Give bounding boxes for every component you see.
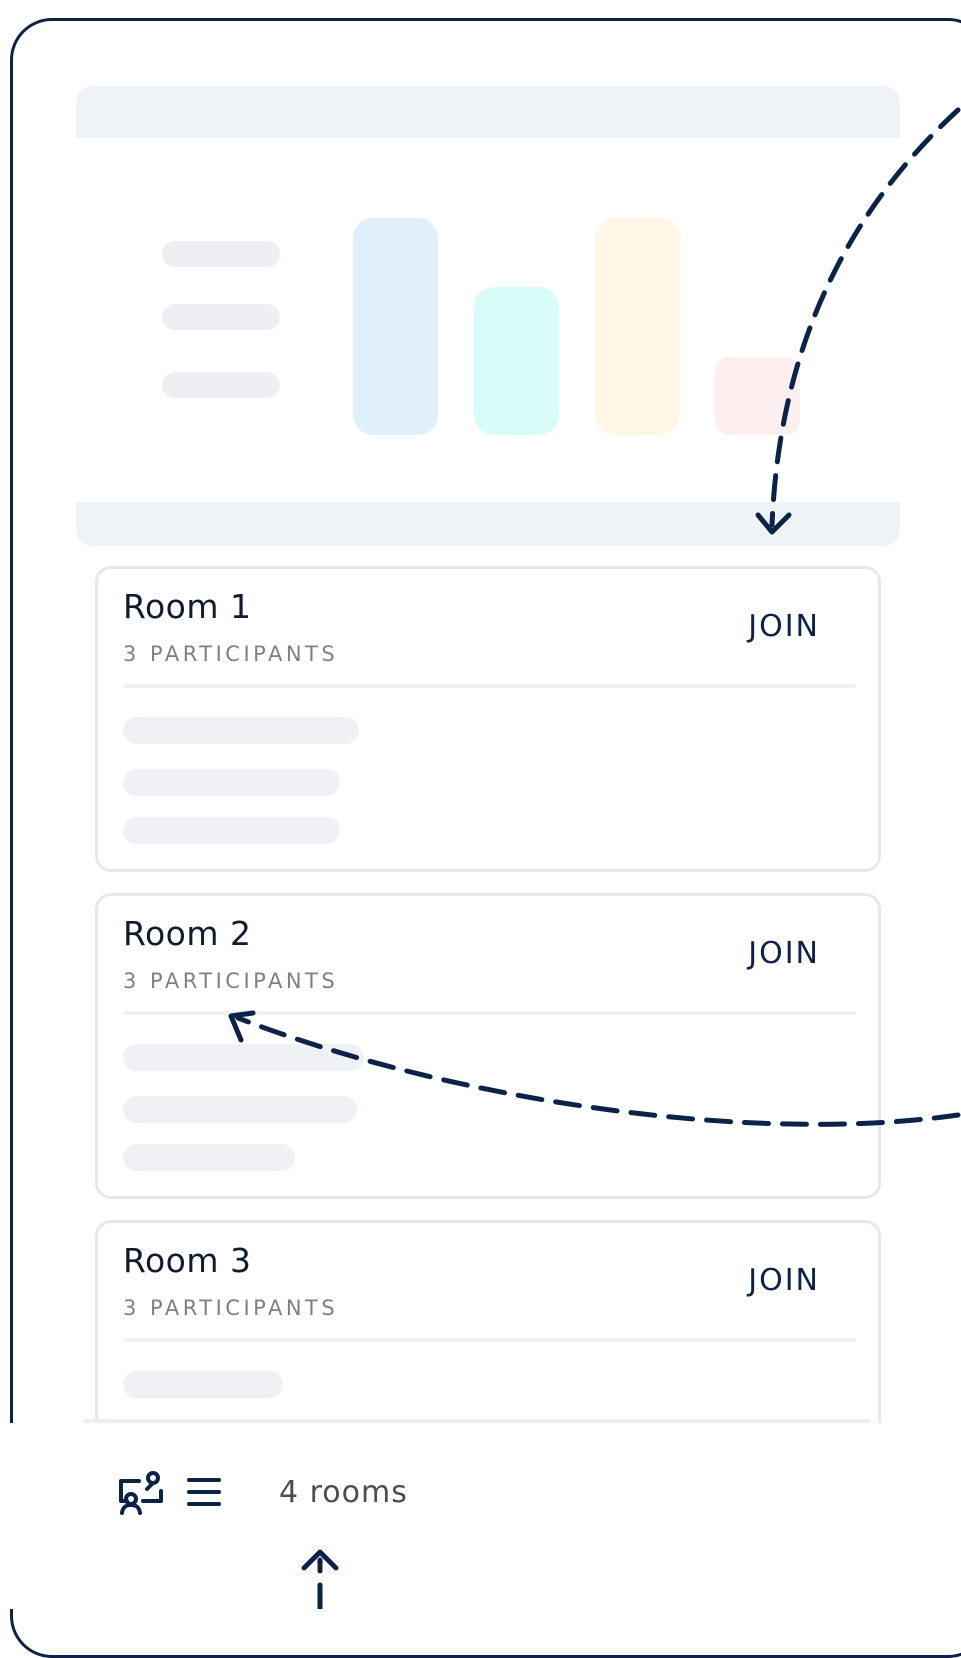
chart-bar-blue (353, 218, 438, 435)
room-count: 4 rooms (279, 1475, 408, 1510)
card-divider (123, 684, 856, 688)
skeleton-line (123, 1096, 357, 1123)
chart-bar-yellow (595, 218, 680, 435)
skeleton-line (123, 1144, 295, 1171)
room-title: Room 2 (123, 914, 252, 953)
room-participants: 3 PARTICIPANTS (123, 969, 339, 993)
menu-icon[interactable] (186, 1475, 222, 1509)
join-button[interactable]: JOIN (748, 1263, 820, 1298)
chart-bar-pink (715, 357, 800, 435)
room-participants: 3 PARTICIPANTS (123, 1296, 339, 1320)
chart-bar-teal (474, 287, 559, 435)
join-button[interactable]: JOIN (748, 609, 820, 644)
card-divider (123, 1011, 856, 1015)
legend-placeholder (162, 372, 280, 398)
join-button[interactable]: JOIN (748, 936, 820, 971)
legend-placeholder (162, 241, 280, 267)
card-divider (123, 1338, 856, 1342)
presentation-icon[interactable] (117, 1471, 165, 1515)
skeleton-line (123, 769, 340, 796)
room-card[interactable]: Room 1 3 PARTICIPANTS JOIN (95, 566, 881, 872)
skeleton-line (123, 817, 340, 844)
footer-bar (0, 1423, 961, 1609)
room-card[interactable]: Room 2 3 PARTICIPANTS JOIN (95, 893, 881, 1199)
summary-banner-header (76, 86, 900, 138)
skeleton-line (123, 1044, 364, 1071)
room-participants: 3 PARTICIPANTS (123, 642, 339, 666)
legend-placeholder (162, 304, 280, 330)
room-title: Room 1 (123, 587, 252, 626)
skeleton-line (123, 717, 359, 744)
room-title: Room 3 (123, 1241, 252, 1280)
summary-banner-footer (76, 502, 900, 546)
skeleton-line (123, 1371, 283, 1398)
